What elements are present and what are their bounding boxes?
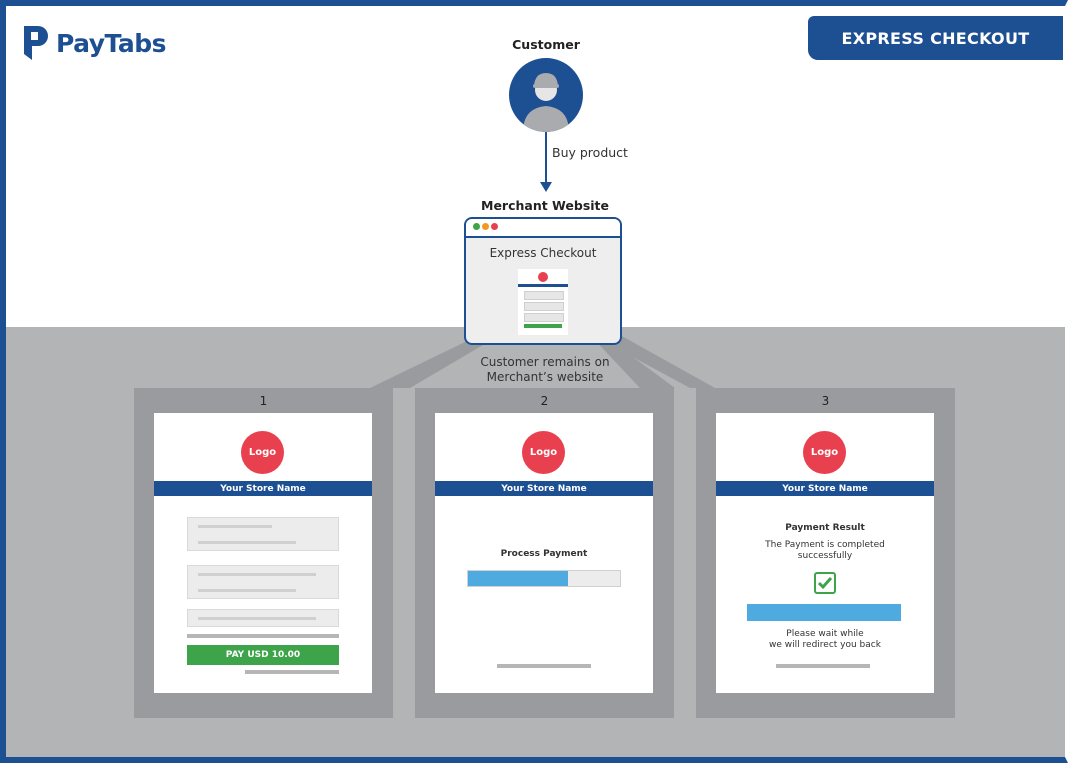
footer-line xyxy=(776,664,870,668)
customer-avatar-icon xyxy=(509,58,583,132)
browser-window-title: Express Checkout xyxy=(489,246,597,260)
window-dot-orange xyxy=(482,223,489,230)
store-name-bar: Your Store Name xyxy=(435,481,653,496)
result-card: Logo Your Store Name Payment Result The … xyxy=(716,413,934,693)
merchant-website-label: Merchant Website xyxy=(481,198,609,213)
step-panel-1: 1 Logo Your Store Name PAY USD 10.00 xyxy=(134,388,393,718)
store-logo: Logo xyxy=(803,431,846,474)
step-number: 3 xyxy=(821,394,830,408)
window-dot-red xyxy=(491,223,498,230)
mini-header-bar xyxy=(518,284,568,287)
success-check-icon xyxy=(814,572,836,594)
wait-line-2: we will redirect you back xyxy=(769,640,881,650)
store-name-bar: Your Store Name xyxy=(716,481,934,496)
note-line-2: Merchant’s website xyxy=(486,370,604,384)
window-dot-green xyxy=(473,223,480,230)
step-panel-3: 3 Logo Your Store Name Payment Result Th… xyxy=(696,388,955,718)
footer-line xyxy=(245,670,339,674)
paytabs-mark-icon xyxy=(24,26,48,60)
brand-name: PayTabs xyxy=(56,28,167,58)
paytabs-logo: PayTabs xyxy=(24,26,167,60)
checkout-card: Logo Your Store Name PAY USD 10.00 xyxy=(154,413,372,693)
message-line-1: The Payment is completed xyxy=(765,540,885,550)
mini-pay-button xyxy=(524,324,562,328)
express-checkout-banner: EXPRESS CHECKOUT xyxy=(808,16,1063,60)
card-form-field xyxy=(187,565,339,599)
merchant-browser-window: Express Checkout xyxy=(464,217,622,345)
store-logo: Logo xyxy=(522,431,565,474)
flow-arrow-head xyxy=(540,182,552,192)
redirect-message: Please wait while we will redirect you b… xyxy=(716,629,934,651)
mini-field xyxy=(524,291,564,300)
processing-card: Logo Your Store Name Process Payment xyxy=(435,413,653,693)
wait-line-1: Please wait while xyxy=(786,629,864,639)
mini-logo-icon xyxy=(538,272,548,282)
step-number: 1 xyxy=(259,394,268,408)
step-panel-2: 2 Logo Your Store Name Process Payment xyxy=(415,388,674,718)
mini-field xyxy=(524,302,564,311)
browser-title-bar xyxy=(466,219,620,238)
pay-button: PAY USD 10.00 xyxy=(187,645,339,665)
message-line-2: successfully xyxy=(797,551,853,561)
customer-remains-note: Customer remains on Merchant’s website xyxy=(470,355,620,385)
payment-progress-bar xyxy=(467,570,621,587)
note-line-1: Customer remains on xyxy=(480,355,610,369)
store-logo: Logo xyxy=(241,431,284,474)
result-bar xyxy=(747,604,901,621)
card-form-field xyxy=(187,609,339,627)
form-divider xyxy=(187,634,339,638)
mini-checkout-page xyxy=(518,269,568,335)
customer-label: Customer xyxy=(512,37,580,52)
footer-line xyxy=(497,664,591,668)
card-form-field xyxy=(187,517,339,551)
payment-result-title: Payment Result xyxy=(785,523,865,533)
process-payment-title: Process Payment xyxy=(500,549,588,559)
progress-fill xyxy=(468,571,569,586)
mini-field xyxy=(524,313,564,322)
step-number: 2 xyxy=(540,394,549,408)
store-name-bar: Your Store Name xyxy=(154,481,372,496)
buy-product-label: Buy product xyxy=(552,145,628,160)
payment-message: The Payment is completed successfully xyxy=(716,540,934,562)
